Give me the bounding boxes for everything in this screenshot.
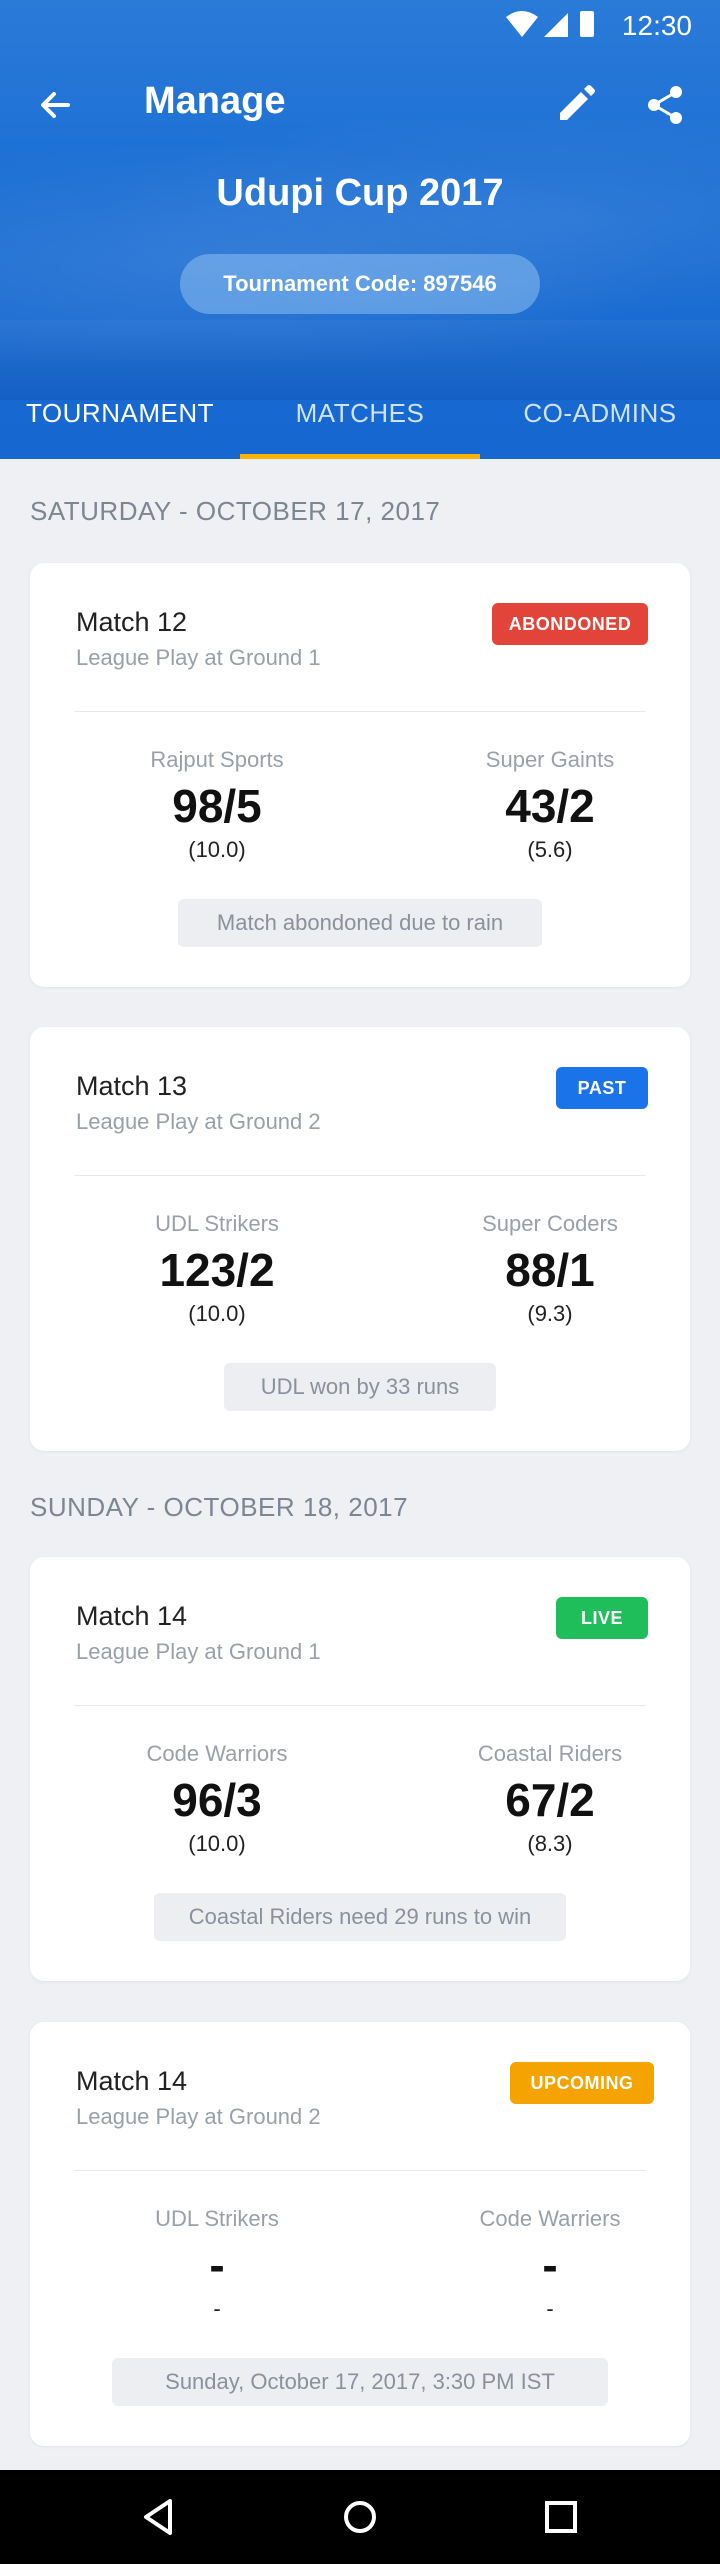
team-score: 96/3 xyxy=(172,1774,262,1826)
tab-tournament[interactable]: TOURNAMENT xyxy=(0,380,240,459)
team-left: Rajput Sports 98/5 (10.0) xyxy=(97,747,337,863)
navigation-bar xyxy=(0,2470,720,2564)
team-score: 98/5 xyxy=(172,780,262,832)
nav-recents-button[interactable] xyxy=(536,2492,586,2542)
team-right: Coastal Riders 67/2 (8.3) xyxy=(430,1741,670,1857)
match-name: Match 12 xyxy=(76,607,188,637)
team-left: Code Warriors 96/3 (10.0) xyxy=(97,1741,337,1857)
team-overs: (8.3) xyxy=(527,1831,573,1856)
team-overs: (10.0) xyxy=(188,1301,246,1326)
back-button[interactable] xyxy=(30,80,80,130)
tournament-name: Udupi Cup 2017 xyxy=(216,172,504,214)
square-recents-icon xyxy=(545,2501,577,2533)
tab-co-admins[interactable]: CO-ADMINS xyxy=(480,380,720,459)
status-icons xyxy=(504,9,600,46)
tab-bar: TOURNAMENT MATCHES CO-ADMINS xyxy=(0,380,720,459)
page-title: Manage xyxy=(144,80,286,122)
pencil-icon xyxy=(560,85,595,120)
match-card[interactable]: Match 14 League Play at Ground 2 UPCOMIN… xyxy=(30,2022,690,2446)
arrow-back-icon xyxy=(41,92,70,118)
team-overs: (9.3) xyxy=(527,1301,573,1326)
team-name: UDL Strikers xyxy=(155,1211,279,1236)
status-badge: ABONDONED xyxy=(492,603,648,645)
team-score: 67/2 xyxy=(505,1774,595,1826)
match-venue: League Play at Ground 2 xyxy=(76,2104,321,2129)
match-card[interactable]: Match 13 League Play at Ground 2 PAST UD… xyxy=(30,1027,690,1451)
match-card[interactable]: Match 14 League Play at Ground 1 LIVE Co… xyxy=(30,1557,690,1981)
match-venue: League Play at Ground 1 xyxy=(76,645,321,670)
share-icon xyxy=(648,86,682,124)
match-name: Match 14 xyxy=(76,2066,188,2096)
match-card[interactable]: Match 12 League Play at Ground 1 ABONDON… xyxy=(30,563,690,987)
signal-icon xyxy=(544,13,568,37)
status-badge: PAST xyxy=(556,1067,648,1109)
team-name: Super Coders xyxy=(482,1211,618,1236)
match-result: Sunday, October 17, 2017, 3:30 PM IST xyxy=(112,2358,608,2406)
team-name: Code Warriors xyxy=(146,1741,288,1766)
tournament-code-pill[interactable]: Tournament Code: 897546 xyxy=(180,254,540,314)
status-time: 12:30 xyxy=(621,10,692,41)
team-overs: - xyxy=(213,2296,221,2321)
team-score: - xyxy=(542,2239,558,2291)
edit-button[interactable] xyxy=(550,80,600,130)
divider xyxy=(74,1705,646,1706)
team-left: UDL Strikers - - xyxy=(97,2206,337,2322)
header: 12:30 Manage Udupi Cup 2017 Tournament C… xyxy=(0,0,720,459)
match-name: Match 14 xyxy=(76,1601,188,1631)
team-score: - xyxy=(209,2239,225,2291)
divider xyxy=(74,711,646,712)
share-button[interactable] xyxy=(640,80,690,130)
battery-icon xyxy=(580,11,594,37)
date-header: SATURDAY - OCTOBER 17, 2017 xyxy=(30,496,441,526)
team-score: 88/1 xyxy=(505,1244,595,1296)
date-header: SUNDAY - OCTOBER 18, 2017 xyxy=(30,1492,409,1522)
triangle-back-icon xyxy=(144,2499,172,2535)
match-result: UDL won by 33 runs xyxy=(224,1363,496,1411)
team-overs: - xyxy=(546,2296,554,2321)
nav-back-button[interactable] xyxy=(134,2492,184,2542)
team-score: 43/2 xyxy=(505,780,595,832)
match-result: Match abondoned due to rain xyxy=(178,899,542,947)
wifi-icon xyxy=(506,11,538,37)
team-overs: (10.0) xyxy=(188,837,246,862)
circle-home-icon xyxy=(344,2501,376,2533)
team-right: Super Coders 88/1 (9.3) xyxy=(430,1211,670,1327)
status-bar: 12:30 xyxy=(0,0,720,48)
status-badge: UPCOMING xyxy=(510,2062,654,2104)
divider xyxy=(74,2170,646,2171)
team-right: Super Gaints 43/2 (5.6) xyxy=(430,747,670,863)
team-name: UDL Strikers xyxy=(155,2206,279,2231)
match-name: Match 13 xyxy=(76,1071,188,1101)
team-name: Code Warriers xyxy=(479,2206,621,2231)
team-name: Rajput Sports xyxy=(150,747,284,772)
nav-home-button[interactable] xyxy=(335,2492,385,2542)
status-badge: LIVE xyxy=(556,1597,648,1639)
team-overs: (5.6) xyxy=(527,837,573,862)
team-right: Code Warriers - - xyxy=(430,2206,670,2322)
team-overs: (10.0) xyxy=(188,1831,246,1856)
team-name: Coastal Riders xyxy=(477,1741,623,1766)
toolbar: Manage xyxy=(0,60,720,146)
team-name: Super Gaints xyxy=(485,747,615,772)
match-venue: League Play at Ground 1 xyxy=(76,1639,321,1664)
tab-indicator xyxy=(240,454,480,459)
team-score: 123/2 xyxy=(159,1244,275,1296)
divider xyxy=(74,1175,646,1176)
team-left: UDL Strikers 123/2 (10.0) xyxy=(97,1211,337,1327)
match-result: Coastal Riders need 29 runs to win xyxy=(154,1893,566,1941)
match-venue: League Play at Ground 2 xyxy=(76,1109,321,1134)
tab-matches[interactable]: MATCHES xyxy=(240,380,480,459)
